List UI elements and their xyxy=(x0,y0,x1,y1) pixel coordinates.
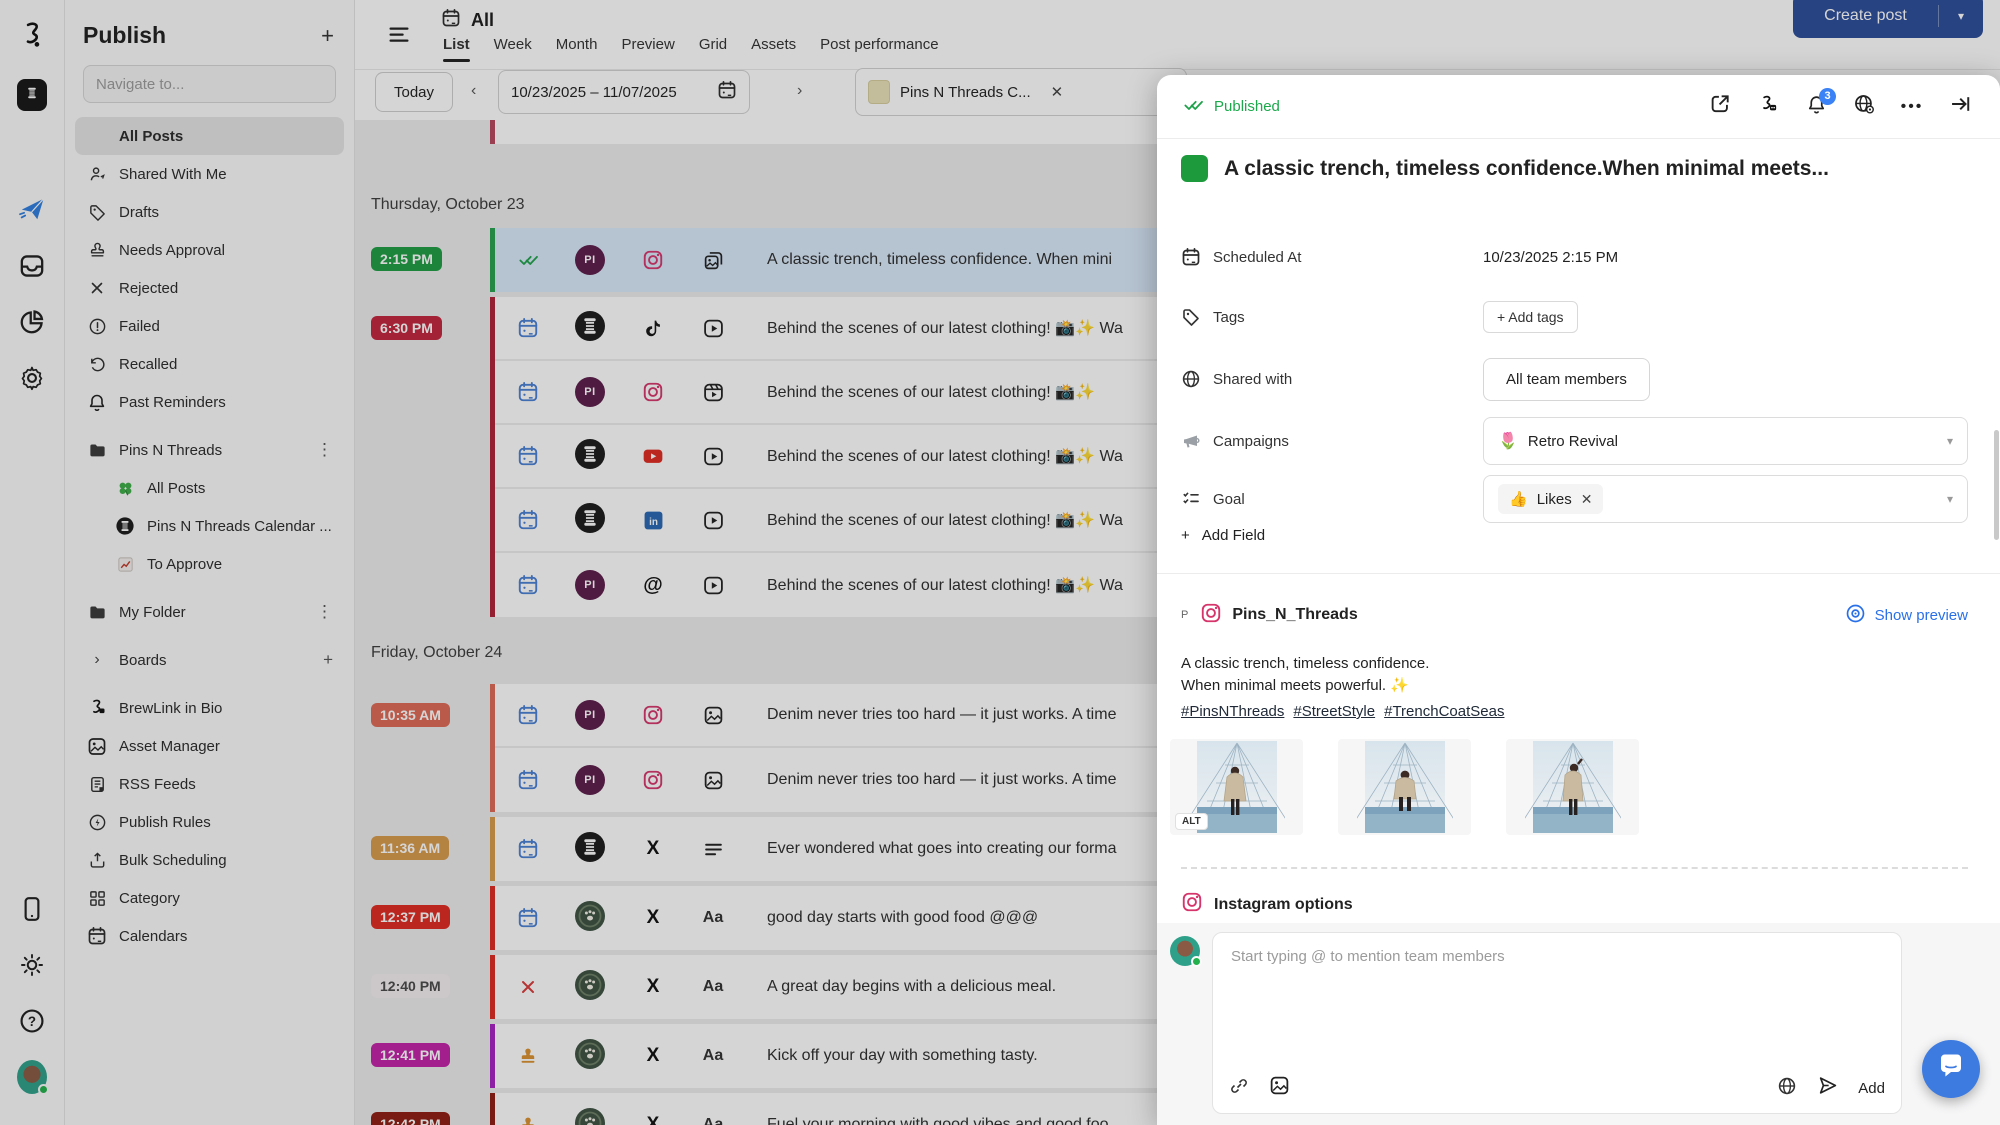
account-row: P Pins_N_Threads Show preview xyxy=(1181,595,1968,635)
hashtag-link[interactable]: #StreetStyle xyxy=(1293,701,1375,723)
more-options-icon[interactable]: ••• xyxy=(1900,95,1924,119)
caption-line: When minimal meets powerful. ✨ xyxy=(1181,675,1968,697)
language-globe-icon[interactable] xyxy=(1852,95,1876,119)
media-thumbnails: ALT xyxy=(1170,739,1639,835)
alt-text-badge[interactable]: ALT xyxy=(1175,813,1208,830)
instagram-options-section[interactable]: Instagram options xyxy=(1181,891,1353,918)
send-icon[interactable] xyxy=(1817,1075,1838,1101)
app-window: ? Publish + Navigate to... All Posts Sha… xyxy=(0,0,2000,1125)
hashtag-link[interactable]: #TrenchCoatSeas xyxy=(1384,701,1504,723)
comment-section: Start typing @ to mention team members A… xyxy=(1157,923,2000,1125)
caption-line: A classic trench, timeless confidence. xyxy=(1181,653,1968,675)
post-image-thumbnail[interactable]: ALT xyxy=(1170,739,1303,835)
drawer-scrollbar[interactable] xyxy=(1994,430,1999,540)
commenter-avatar xyxy=(1170,936,1200,966)
post-caption: A classic trench, timeless confidence. W… xyxy=(1181,653,1968,723)
caption-hashtags: #PinsNThreads #StreetStyle #TrenchCoatSeas xyxy=(1181,701,1968,723)
campaign-emoji: 🌷 xyxy=(1498,431,1518,451)
tags-label: Tags xyxy=(1181,307,1483,327)
campaign-value: Retro Revival xyxy=(1528,433,1618,450)
post-image-thumbnail[interactable] xyxy=(1338,739,1471,835)
campaigns-dropdown-icon: ▾ xyxy=(1947,434,1953,448)
scheduled-at-value: 10/23/2025 2:15 PM xyxy=(1483,249,1618,266)
attach-link-icon[interactable] xyxy=(1229,1076,1249,1101)
attach-image-icon[interactable] xyxy=(1269,1075,1290,1101)
status-badge: Published xyxy=(1181,96,1280,118)
comment-input[interactable]: Start typing @ to mention team members xyxy=(1213,933,1901,980)
goal-dropdown-icon: ▾ xyxy=(1947,492,1953,506)
comment-globe-icon[interactable] xyxy=(1777,1076,1797,1101)
published-check-icon xyxy=(1181,96,1205,118)
scheduled-at-label: Scheduled At xyxy=(1181,247,1483,267)
scheduled-at-icon xyxy=(1181,247,1201,267)
comment-box[interactable]: Start typing @ to mention team members A… xyxy=(1212,932,1902,1114)
campaigns-icon xyxy=(1181,431,1201,451)
tags-icon xyxy=(1181,307,1201,327)
shared-with-label: Shared with xyxy=(1181,369,1483,389)
section-divider xyxy=(1181,867,1968,869)
goal-icon xyxy=(1181,489,1201,509)
account-name: Pins_N_Threads xyxy=(1232,606,1357,624)
goal-chip: 👍 Likes ✕ xyxy=(1498,484,1603,514)
collapse-drawer-icon[interactable] xyxy=(1948,95,1972,119)
shared-with-icon xyxy=(1181,369,1201,389)
post-detail-drawer: Published 3 ••• A classic trench, timele… xyxy=(1157,75,2000,1125)
goal-chip-remove-icon[interactable]: ✕ xyxy=(1581,491,1593,508)
post-title: A classic trench, timeless confidence.Wh… xyxy=(1224,157,1829,181)
account-prefix: P xyxy=(1181,609,1188,621)
show-preview-button[interactable]: Show preview xyxy=(1845,603,1968,628)
chat-widget-button[interactable] xyxy=(1922,1040,1980,1098)
post-image-thumbnail[interactable] xyxy=(1506,739,1639,835)
hashtag-link[interactable]: #PinsNThreads xyxy=(1181,701,1284,723)
open-external-icon[interactable] xyxy=(1708,95,1732,119)
drawer-header: Published 3 ••• xyxy=(1157,75,2000,139)
brewlink-share-icon[interactable] xyxy=(1756,95,1780,119)
add-field-button[interactable]: +Add Field xyxy=(1181,527,1265,544)
goal-select[interactable]: 👍 Likes ✕ ▾ xyxy=(1483,475,1968,523)
campaigns-select[interactable]: 🌷 Retro Revival ▾ xyxy=(1483,417,1968,465)
notification-count-badge: 3 xyxy=(1819,88,1836,105)
add-comment-button[interactable]: Add xyxy=(1858,1080,1885,1097)
shared-with-button[interactable]: All team members xyxy=(1483,358,1650,401)
post-color-square xyxy=(1181,155,1208,182)
notifications-bell-icon[interactable]: 3 xyxy=(1804,95,1828,119)
add-tags-button[interactable]: + Add tags xyxy=(1483,301,1578,333)
eye-icon xyxy=(1845,603,1866,628)
instagram-options-icon xyxy=(1181,891,1203,918)
campaigns-label: Campaigns xyxy=(1181,431,1483,451)
goal-label: Goal xyxy=(1181,489,1483,509)
instagram-icon xyxy=(1200,602,1222,629)
